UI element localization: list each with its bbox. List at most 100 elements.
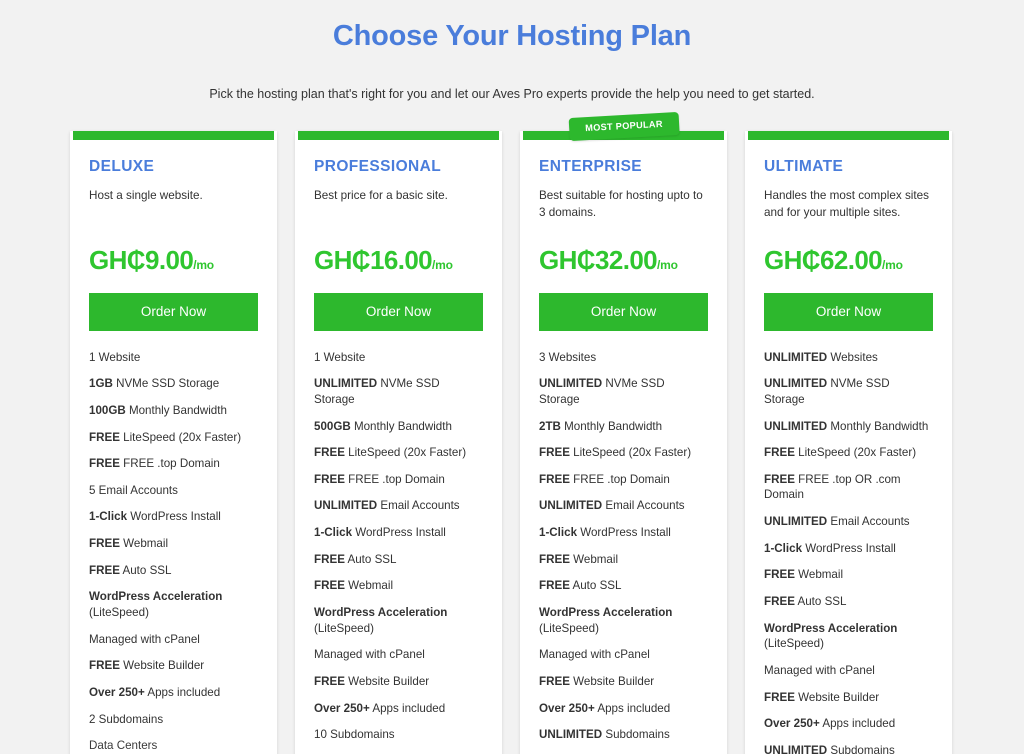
order-now-button[interactable]: Order Now bbox=[539, 292, 708, 331]
feature-item: 1GB NVMe SSD Storage bbox=[89, 376, 258, 392]
feature-text: Webmail bbox=[119, 537, 169, 551]
feature-text: Webmail bbox=[344, 579, 394, 593]
feature-text: LiteSpeed (20x Faster) bbox=[119, 430, 242, 444]
plan-price-row: GH₵62.00/mo bbox=[764, 245, 933, 276]
feature-text: 1 Website bbox=[89, 350, 141, 364]
plan-price-period: /mo bbox=[432, 257, 453, 272]
plan-name: ULTIMATE bbox=[764, 158, 844, 175]
order-now-button[interactable]: Order Now bbox=[314, 292, 483, 331]
feature-item: Data Centers bbox=[89, 738, 258, 754]
plan-price-period: /mo bbox=[882, 257, 903, 272]
feature-item: UNLIMITED Monthly Bandwidth bbox=[764, 419, 933, 435]
order-now-button[interactable]: Order Now bbox=[89, 292, 258, 331]
feature-highlight: UNLIMITED bbox=[539, 377, 603, 391]
feature-highlight: UNLIMITED bbox=[764, 419, 828, 433]
plan-price: GH₵16.00 bbox=[314, 244, 433, 275]
feature-item: UNLIMITED Websites bbox=[764, 350, 933, 366]
feature-highlight: UNLIMITED bbox=[314, 377, 378, 391]
feature-highlight: UNLIMITED bbox=[539, 728, 603, 742]
feature-text: Auto SSL bbox=[344, 552, 397, 566]
feature-text: 3 Websites bbox=[539, 350, 597, 364]
feature-item: FREE FREE .top OR .com Domain bbox=[764, 472, 933, 503]
plan-description: Best suitable for hosting upto to 3 doma… bbox=[539, 188, 703, 219]
plan-name: DELUXE bbox=[89, 158, 155, 175]
feature-highlight: FREE bbox=[764, 690, 795, 704]
feature-list: 1 Website 1GB NVMe SSD Storage 100GB Month… bbox=[89, 350, 258, 754]
order-now-button[interactable]: Order Now bbox=[764, 292, 933, 331]
feature-text: Website Builder bbox=[119, 659, 205, 673]
feature-item: FREE LiteSpeed (20x Faster) bbox=[764, 445, 933, 461]
feature-item: Over 250+ Apps included bbox=[314, 701, 483, 717]
plan-description: Handles the most complex sites and for y… bbox=[764, 188, 929, 219]
feature-text: Webmail bbox=[569, 552, 619, 566]
feature-text: Webmail bbox=[794, 568, 844, 582]
plan-description: Host a single website. bbox=[89, 188, 203, 202]
feature-highlight: UNLIMITED bbox=[764, 515, 828, 529]
feature-text: NVMe SSD Storage bbox=[112, 377, 220, 391]
feature-highlight: FREE bbox=[89, 537, 120, 551]
feature-highlight: FREE bbox=[89, 457, 120, 471]
feature-item: UNLIMITED Subdomains bbox=[764, 743, 933, 754]
feature-text: Subdomains bbox=[602, 728, 670, 742]
feature-text: Monthly Bandwidth bbox=[125, 403, 227, 417]
feature-text: 5 Email Accounts bbox=[89, 483, 178, 497]
feature-highlight: UNLIMITED bbox=[764, 350, 828, 364]
feature-text: Subdomains bbox=[827, 743, 895, 754]
feature-item: 1-Click WordPress Install bbox=[539, 525, 708, 541]
feature-item: 1-Click WordPress Install bbox=[314, 525, 483, 541]
feature-item: 100GB Monthly Bandwidth bbox=[89, 403, 258, 419]
feature-item: FREE Website Builder bbox=[89, 658, 258, 674]
feature-item: 10 Subdomains bbox=[314, 727, 483, 743]
feature-highlight: WordPress Acceleration bbox=[539, 606, 673, 619]
feature-highlight: WordPress Acceleration bbox=[764, 621, 898, 635]
feature-item: 2TB Monthly Bandwidth bbox=[539, 419, 708, 435]
feature-list: 3 Websites UNLIMITED NVMe SSD Storage 2TB … bbox=[539, 350, 708, 754]
feature-highlight: FREE bbox=[314, 674, 345, 688]
feature-text: Managed with cPanel bbox=[539, 648, 650, 662]
feature-highlight: FREE bbox=[764, 446, 795, 460]
feature-item: 1-Click WordPress Install bbox=[89, 509, 258, 525]
plan-description: Best price for a basic site. bbox=[314, 188, 448, 202]
data-centers-link[interactable]: Data Centers bbox=[89, 738, 157, 754]
feature-item: WordPress Acceleration (LiteSpeed) bbox=[764, 621, 933, 652]
feature-item: UNLIMITED Email Accounts bbox=[314, 498, 483, 514]
feature-highlight: UNLIMITED bbox=[764, 743, 828, 754]
feature-highlight: 1-Click bbox=[539, 526, 578, 540]
feature-text: WordPress Install bbox=[127, 510, 221, 524]
feature-text: Email Accounts bbox=[827, 515, 910, 529]
pricing-cards-row: DELUXE Host a single website. GH₵9.00/mo Or… bbox=[70, 111, 954, 754]
feature-item: FREE Webmail bbox=[764, 567, 933, 583]
feature-highlight: FREE bbox=[764, 568, 795, 582]
feature-text: Website Builder bbox=[794, 690, 880, 704]
feature-highlight: 1-Click bbox=[89, 510, 128, 524]
plan-name: ENTERPRISE bbox=[539, 158, 643, 175]
feature-highlight: FREE bbox=[89, 563, 120, 577]
feature-item: UNLIMITED NVMe SSD Storage bbox=[314, 376, 483, 407]
card-body: ENTERPRISE Best suitable for hosting upto… bbox=[520, 140, 727, 754]
feature-text: WordPress Install bbox=[577, 526, 671, 540]
plan-price-row: GH₵9.00/mo bbox=[89, 245, 258, 276]
feature-item: WordPress Acceleration (LiteSpeed) bbox=[539, 605, 708, 636]
feature-item: FREE LiteSpeed (20x Faster) bbox=[314, 445, 483, 461]
feature-item: WordPress Acceleration (LiteSpeed) bbox=[89, 589, 258, 620]
feature-text: Website Builder bbox=[344, 674, 430, 688]
feature-highlight: FREE bbox=[539, 472, 570, 486]
feature-highlight: WordPress Acceleration bbox=[314, 606, 448, 619]
feature-highlight: FREE bbox=[314, 446, 345, 460]
feature-text: Monthly Bandwidth bbox=[827, 419, 929, 433]
feature-highlight: FREE bbox=[764, 595, 795, 608]
feature-text: Websites bbox=[827, 350, 878, 364]
feature-highlight: Over 250+ bbox=[314, 701, 370, 715]
feature-item: 3 Websites bbox=[539, 350, 708, 366]
feature-item: FREE Auto SSL bbox=[764, 594, 933, 610]
feature-item: UNLIMITED NVMe SSD Storage bbox=[764, 376, 933, 407]
feature-text: Managed with cPanel bbox=[89, 632, 200, 646]
feature-highlight: FREE bbox=[539, 674, 570, 688]
feature-highlight: UNLIMITED bbox=[539, 499, 603, 513]
pricing-card-professional: PROFESSIONAL Best price for a basic site.… bbox=[295, 131, 502, 754]
feature-highlight: FREE bbox=[764, 472, 795, 486]
feature-text: 2 Subdomains bbox=[89, 712, 164, 726]
pricing-card-deluxe: DELUXE Host a single website. GH₵9.00/mo Or… bbox=[70, 131, 277, 754]
feature-highlight: FREE bbox=[89, 430, 120, 444]
feature-item: UNLIMITED Subdomains bbox=[539, 727, 708, 743]
